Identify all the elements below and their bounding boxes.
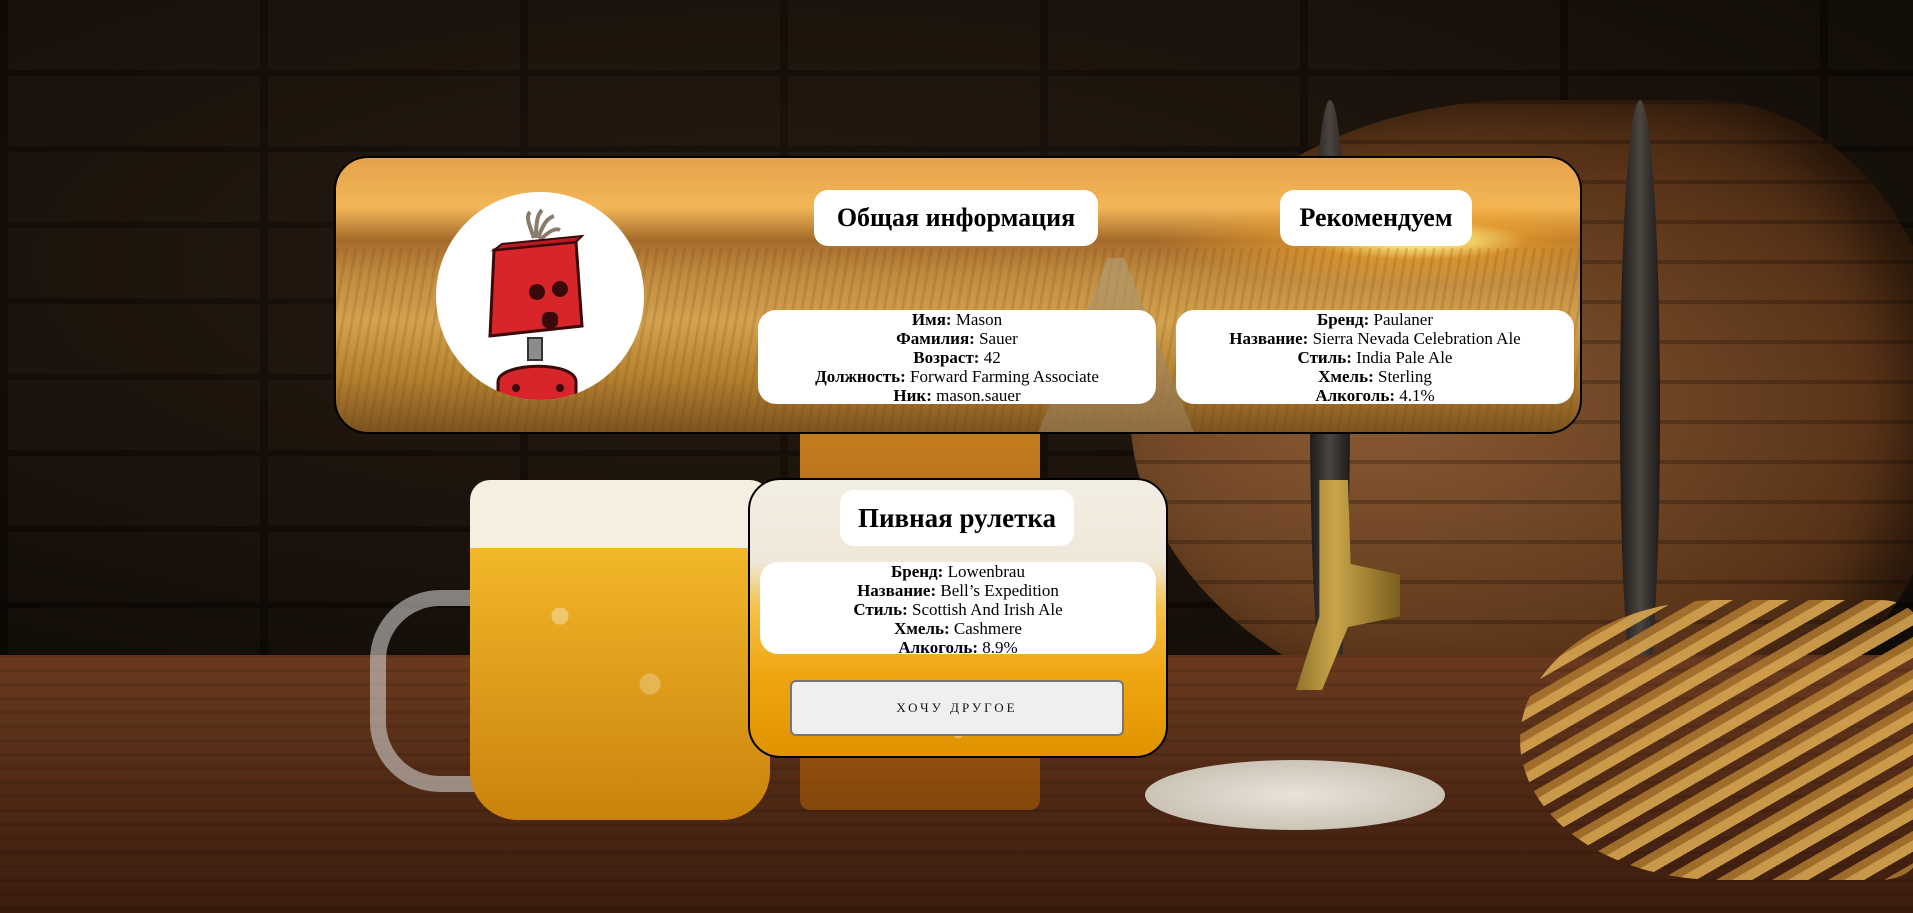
beer-roulette-card: Пивная рулетка Бренд: Lowenbrau Название…: [748, 478, 1168, 758]
rec-name: Название: Sierra Nevada Celebration Ale: [1229, 329, 1521, 348]
saucer: [1145, 760, 1445, 830]
recommended-beer-box: Бренд: Paulaner Название: Sierra Nevada …: [1176, 310, 1574, 405]
rec-hops: Хмель: Sterling: [1318, 367, 1432, 386]
robot-icon: [488, 208, 585, 400]
beer-mug: [470, 480, 770, 820]
roulette-style: Стиль: Scottish And Irish Ale: [853, 600, 1063, 619]
want-another-button[interactable]: ХОЧУ ДРУГОЕ: [790, 680, 1124, 736]
field-age: Возраст: 42: [913, 348, 1001, 367]
background-scene: [0, 0, 1913, 913]
avatar: [436, 192, 644, 400]
field-first-name: Имя: Mason: [911, 310, 1003, 329]
recommend-title: Рекомендуем: [1280, 190, 1472, 246]
roulette-alcohol: Алкоголь: 8.9%: [898, 638, 1018, 657]
rec-alcohol: Алкоголь: 4.1%: [1315, 386, 1435, 405]
roulette-brand: Бренд: Lowenbrau: [891, 562, 1025, 581]
roulette-hops: Хмель: Cashmere: [894, 619, 1022, 638]
field-nickname: Ник: mason.sauer: [893, 386, 1021, 405]
wheat-bundle: [1520, 600, 1913, 880]
profile-card: Общая информация Рекомендуем Имя: Mason …: [334, 156, 1582, 434]
rec-style: Стиль: India Pale Ale: [1297, 348, 1453, 367]
roulette-beer-box: Бренд: Lowenbrau Название: Bell’s Expedi…: [760, 562, 1156, 657]
general-info-title: Общая информация: [814, 190, 1098, 246]
roulette-title: Пивная рулетка: [840, 490, 1074, 546]
general-info-box: Имя: Mason Фамилия: Sauer Возраст: 42 До…: [758, 310, 1156, 405]
field-last-name: Фамилия: Sauer: [896, 329, 1018, 348]
roulette-name: Название: Bell’s Expedition: [857, 581, 1059, 600]
rec-brand: Бренд: Paulaner: [1316, 310, 1434, 329]
field-position: Должность: Forward Farming Associate: [815, 367, 1099, 386]
